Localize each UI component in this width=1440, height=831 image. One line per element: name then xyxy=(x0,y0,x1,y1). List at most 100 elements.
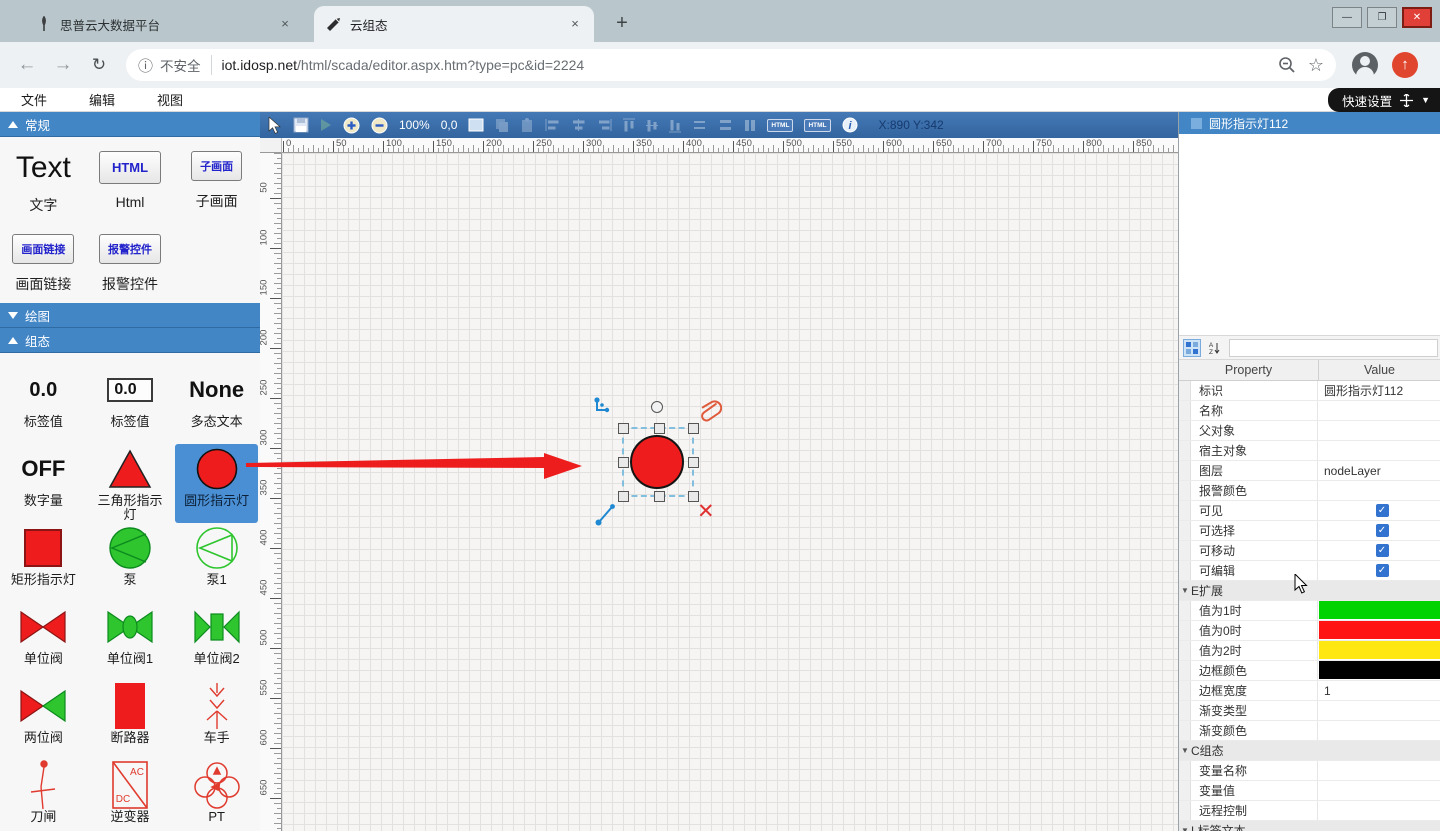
property-value[interactable]: 圆形指示灯112 xyxy=(1324,382,1403,399)
align-center-icon[interactable] xyxy=(571,119,586,131)
palette-item-刀闸[interactable]: 刀闸 xyxy=(2,760,85,831)
palette-item-Html[interactable]: HTMLHtml xyxy=(87,143,174,226)
html-preview-tool[interactable]: HTML xyxy=(804,119,830,132)
property-row-可移动[interactable]: 可移动✓ xyxy=(1179,541,1440,561)
distribute-h-icon[interactable] xyxy=(692,119,707,131)
palette-item-逆变器[interactable]: ACDC逆变器 xyxy=(89,760,172,831)
color-swatch[interactable] xyxy=(1319,641,1440,659)
rotate-handle[interactable] xyxy=(651,401,663,413)
resize-handle[interactable] xyxy=(618,423,629,434)
align-bottom-icon[interactable] xyxy=(669,118,681,133)
zoom-out-tool[interactable] xyxy=(371,117,388,134)
window-restore-button[interactable]: ❐ xyxy=(1367,7,1397,28)
resize-handle[interactable] xyxy=(654,423,665,434)
align-left-icon[interactable] xyxy=(545,119,560,131)
sample-button[interactable]: 画面链接 xyxy=(12,234,74,264)
fit-screen-icon[interactable] xyxy=(1400,94,1413,107)
page-info-icon[interactable]: ⓘ xyxy=(138,55,153,76)
property-row-渐变类型[interactable]: 渐变类型 xyxy=(1179,701,1440,721)
zoom-out-page-icon[interactable] xyxy=(1278,56,1296,74)
checkbox-checked[interactable]: ✓ xyxy=(1376,504,1389,517)
palette-item-车手[interactable]: 车手 xyxy=(175,681,258,760)
palette-item-文字[interactable]: Text文字 xyxy=(0,143,87,226)
property-value[interactable]: nodeLayer xyxy=(1324,464,1381,478)
palette-item-矩形指示灯[interactable]: 矩形指示灯 xyxy=(2,523,85,602)
resize-handle[interactable] xyxy=(618,457,629,468)
zoom-in-tool[interactable] xyxy=(343,117,360,134)
window-close-button[interactable]: ✕ xyxy=(1402,7,1432,28)
property-row-变量值[interactable]: 变量值 xyxy=(1179,781,1440,801)
align-middle-icon[interactable] xyxy=(646,118,658,133)
forward-icon[interactable]: → xyxy=(48,54,78,76)
menu-edit[interactable]: 编辑 xyxy=(68,90,136,109)
address-bar[interactable]: ⓘ 不安全 iot.idosp.net/html/scada/editor.as… xyxy=(126,49,1336,81)
property-row-边框颜色[interactable]: 边框颜色 xyxy=(1179,661,1440,681)
property-row-值为0时[interactable]: 值为0时 xyxy=(1179,621,1440,641)
property-group-L标签文本[interactable]: ▼L标签文本 xyxy=(1179,821,1440,831)
property-row-可选择[interactable]: 可选择✓ xyxy=(1179,521,1440,541)
palette-item-报警控件[interactable]: 报警控件报警控件 xyxy=(87,226,174,309)
checkbox-checked[interactable]: ✓ xyxy=(1376,524,1389,537)
select-cursor-tool[interactable] xyxy=(268,117,282,134)
palette-item-画面链接[interactable]: 画面链接画面链接 xyxy=(0,226,87,309)
sample-button[interactable]: HTML xyxy=(99,151,161,184)
resize-handle[interactable] xyxy=(688,457,699,468)
reload-icon[interactable]: ↻ xyxy=(84,55,114,75)
browser-update-icon[interactable]: ↑ xyxy=(1392,52,1418,78)
group-collapse-icon[interactable]: ▼ xyxy=(1179,581,1191,600)
palette-item-断路器[interactable]: 断路器 xyxy=(89,681,172,760)
circle-indicator-shape[interactable] xyxy=(630,435,684,489)
palette-item-泵1[interactable]: 泵1 xyxy=(175,523,258,602)
palette-item-标签值[interactable]: 0.0标签值 xyxy=(2,365,85,444)
property-value[interactable]: 1 xyxy=(1324,684,1331,698)
window-minimize-button[interactable]: — xyxy=(1332,7,1362,28)
run-tool[interactable] xyxy=(320,118,332,132)
resize-handle[interactable] xyxy=(654,491,665,502)
section-header-draw[interactable]: 绘图 xyxy=(0,303,260,328)
profile-avatar[interactable] xyxy=(1352,52,1378,78)
resize-diagonal-icon[interactable] xyxy=(595,502,617,526)
sample-button[interactable]: 报警控件 xyxy=(99,234,161,264)
property-group-E扩展[interactable]: ▼E扩展 xyxy=(1179,581,1440,601)
palette-item-数字量[interactable]: OFF数字量 xyxy=(2,444,85,523)
property-group-C组态[interactable]: ▼C组态 xyxy=(1179,741,1440,761)
property-row-边框宽度[interactable]: 边框宽度1 xyxy=(1179,681,1440,701)
property-row-标识[interactable]: 标识圆形指示灯112 xyxy=(1179,381,1440,401)
distribute-v-icon[interactable] xyxy=(718,119,733,131)
property-filter-input[interactable] xyxy=(1229,339,1438,357)
align-right-icon[interactable] xyxy=(597,119,612,131)
palette-item-三角形指示灯[interactable]: 三角形指示灯 xyxy=(89,444,172,523)
property-row-远程控制[interactable]: 远程控制 xyxy=(1179,801,1440,821)
html-export-tool[interactable]: HTML xyxy=(767,119,793,132)
categorized-view-icon[interactable] xyxy=(1183,339,1201,357)
property-row-名称[interactable]: 名称 xyxy=(1179,401,1440,421)
group-collapse-icon[interactable]: ▼ xyxy=(1179,821,1191,831)
palette-item-单位阀1[interactable]: 单位阀1 xyxy=(89,602,172,681)
palette-item-圆形指示灯[interactable]: 圆形指示灯 xyxy=(175,444,258,523)
menu-file[interactable]: 文件 xyxy=(0,90,68,109)
quick-settings-bar[interactable]: 快速设置 ▼ xyxy=(1328,88,1440,112)
menu-view[interactable]: 视图 xyxy=(136,90,204,109)
browser-tab-active[interactable]: 云组态 × xyxy=(314,6,594,42)
property-row-可见[interactable]: 可见✓ xyxy=(1179,501,1440,521)
section-header-general[interactable]: 常规 xyxy=(0,112,260,137)
property-row-图层[interactable]: 图层nodeLayer xyxy=(1179,461,1440,481)
property-column-header[interactable]: Property xyxy=(1179,360,1319,380)
new-tab-button[interactable]: + xyxy=(608,10,636,38)
save-tool[interactable] xyxy=(293,117,309,133)
property-row-可编辑[interactable]: 可编辑✓ xyxy=(1179,561,1440,581)
property-row-宿主对象[interactable]: 宿主对象 xyxy=(1179,441,1440,461)
property-row-值为2时[interactable]: 值为2时 xyxy=(1179,641,1440,661)
same-width-icon[interactable] xyxy=(744,119,756,132)
checkbox-checked[interactable]: ✓ xyxy=(1376,564,1389,577)
property-row-父对象[interactable]: 父对象 xyxy=(1179,421,1440,441)
tab-close-icon[interactable]: × xyxy=(566,15,584,33)
color-swatch[interactable] xyxy=(1319,621,1440,639)
section-header-widgets[interactable]: 组态 xyxy=(0,328,260,353)
back-icon[interactable]: ← xyxy=(12,54,42,76)
design-canvas[interactable]: ✕ xyxy=(282,153,1178,831)
property-row-报警颜色[interactable]: 报警颜色 xyxy=(1179,481,1440,501)
alphabetical-sort-icon[interactable]: AZ xyxy=(1205,339,1223,357)
palette-item-PT[interactable]: PT xyxy=(175,760,258,831)
bookmark-star-icon[interactable]: ☆ xyxy=(1308,55,1324,76)
